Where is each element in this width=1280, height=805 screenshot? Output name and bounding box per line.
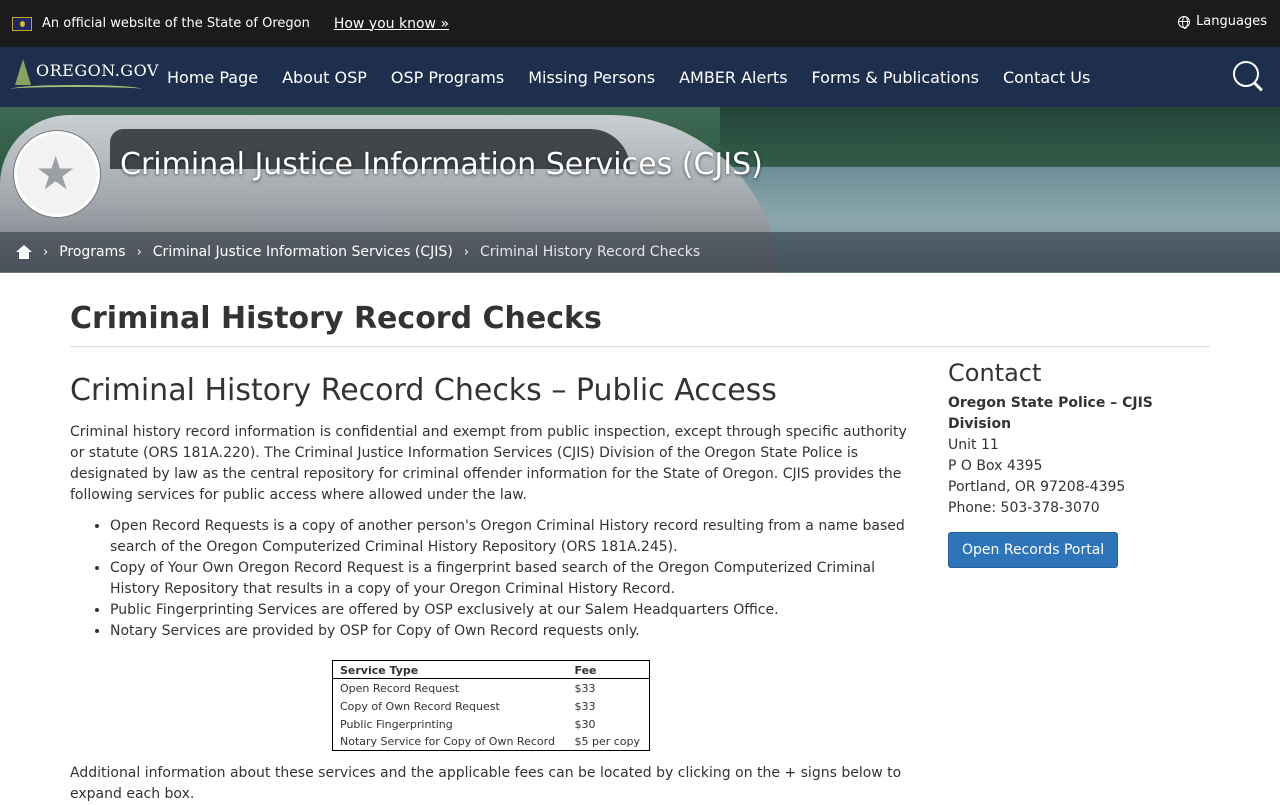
table-row: Copy of Own Record Request $33 <box>333 697 650 715</box>
breadcrumb-cjis[interactable]: Criminal Justice Information Services (C… <box>153 244 453 260</box>
table-row: Notary Service for Copy of Own Record $5… <box>333 733 650 751</box>
list-item: Notary Services are provided by OSP for … <box>110 621 910 642</box>
contact-city: Portland, OR 97208-4395 <box>948 479 1126 495</box>
breadcrumb-current: Criminal History Record Checks <box>479 244 701 260</box>
table-row: Public Fingerprinting $30 <box>333 715 650 733</box>
search-icon[interactable] <box>1232 60 1264 92</box>
page-content: Criminal History Record Checks Criminal … <box>70 273 1210 802</box>
logo-swoosh <box>11 85 141 93</box>
breadcrumb-programs[interactable]: Programs <box>59 244 125 260</box>
contact-sidebar: Contact Oregon State Police – CJIS Divis… <box>948 359 1210 568</box>
additional-info-paragraph: Additional information about these servi… <box>70 765 902 802</box>
how-you-know-link[interactable]: How you know » <box>334 16 449 32</box>
official-banner: An official website of the State of Oreg… <box>0 0 1280 47</box>
contact-phone: Phone: 503-378-3070 <box>948 500 1100 516</box>
oregon-gov-logo[interactable]: OREGON.GOV <box>11 47 159 107</box>
fee-table: Service Type Fee Open Record Request $33… <box>332 660 650 751</box>
nav-missing-persons[interactable]: Missing Persons <box>528 68 655 87</box>
seal-star-icon: ★ <box>35 146 77 200</box>
table-cell: Open Record Request <box>340 681 460 695</box>
languages-label: Languages <box>1196 14 1267 29</box>
nav-amber-alerts[interactable]: AMBER Alerts <box>679 68 787 87</box>
hero-banner: ★ Criminal Justice Information Services … <box>0 107 1280 273</box>
table-cell: $33 <box>574 681 596 695</box>
table-header-row: Service Type Fee <box>332 660 650 679</box>
contact-org: Oregon State Police – CJIS Division <box>948 395 1153 432</box>
table-cell: $30 <box>574 717 596 731</box>
nav-home-page[interactable]: Home Page <box>167 68 258 87</box>
contact-po-box: P O Box 4395 <box>948 458 1043 474</box>
chevron-right-icon: › <box>136 244 142 260</box>
chevron-right-icon: › <box>43 244 49 260</box>
tree-icon <box>15 59 31 85</box>
section-heading: Criminal History Record Checks – Public … <box>70 373 777 408</box>
list-item: Public Fingerprinting Services are offer… <box>110 600 910 621</box>
hero-forest <box>720 107 1280 167</box>
open-records-portal-button[interactable]: Open Records Portal <box>948 532 1119 568</box>
official-site-text: An official website of the State of Oreg… <box>42 16 310 31</box>
contact-heading: Contact <box>948 359 1042 387</box>
nav-contact-us[interactable]: Contact Us <box>1003 68 1090 87</box>
home-icon[interactable] <box>16 244 32 260</box>
breadcrumb: › Programs › Criminal Justice Informatio… <box>0 232 1280 272</box>
nav-osp-programs[interactable]: OSP Programs <box>391 68 504 87</box>
nav-about-osp[interactable]: About OSP <box>282 68 367 87</box>
table-cell: Notary Service for Copy of Own Record <box>340 735 555 749</box>
main-column: Criminal History Record Checks – Public … <box>70 373 910 805</box>
intro-paragraph: Criminal history record information is c… <box>70 424 907 503</box>
table-cell: Public Fingerprinting <box>340 717 453 731</box>
page-title: Criminal History Record Checks <box>70 301 1210 347</box>
table-row: Open Record Request $33 <box>333 679 650 697</box>
languages-button[interactable]: Languages <box>1178 14 1267 29</box>
table-header-fee: Fee <box>567 660 650 679</box>
nav-forms-publications[interactable]: Forms & Publications <box>812 68 979 87</box>
osp-seal-icon: ★ <box>14 131 100 217</box>
table-header-service: Service Type <box>332 660 568 679</box>
main-navigation: OREGON.GOV Home Page About OSP OSP Progr… <box>0 47 1280 107</box>
table-cell: $33 <box>574 699 596 713</box>
list-item: Open Record Requests is a copy of anothe… <box>110 516 910 558</box>
globe-icon <box>1178 15 1191 29</box>
oregon-flag-icon <box>12 16 32 31</box>
contact-unit: Unit 11 <box>948 437 999 453</box>
list-item: Copy of Your Own Oregon Record Request i… <box>110 558 910 600</box>
chevron-right-icon: › <box>463 244 469 260</box>
table-cell: Copy of Own Record Request <box>340 699 500 713</box>
hero-title: Criminal Justice Information Services (C… <box>120 147 763 182</box>
services-list: Open Record Requests is a copy of anothe… <box>110 516 910 642</box>
table-cell: $5 per copy <box>574 735 641 749</box>
logo-text: OREGON.GOV <box>36 61 159 80</box>
